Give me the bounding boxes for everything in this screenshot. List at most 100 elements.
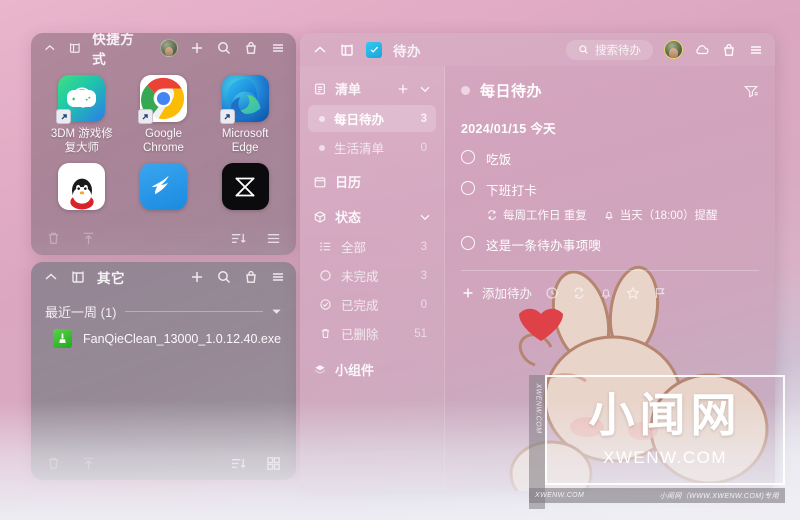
sidebar-item-count: 51 xyxy=(414,327,427,340)
star-icon[interactable] xyxy=(626,286,640,300)
user-avatar[interactable] xyxy=(160,39,178,57)
task-repeat-text: 每周工作日 重复 xyxy=(503,210,587,222)
sidebar-item-count: 3 xyxy=(420,112,427,125)
pin-icon[interactable] xyxy=(68,40,82,56)
sidebar-item-life-list[interactable]: 生活清单 0 xyxy=(308,134,436,161)
add-todo-label: 添加待办 xyxy=(482,287,533,301)
app-item-qq[interactable] xyxy=(41,157,123,210)
shortcuts-panel: 快捷方式 3DM 游戏修 复大师 Google Chrome Microsoft… xyxy=(31,33,296,255)
bag-icon[interactable] xyxy=(721,42,737,58)
divider xyxy=(461,270,759,271)
section-label: 清单 xyxy=(335,82,362,97)
status-dot xyxy=(461,86,470,95)
other-panel: 其它 最近一周 (1) FanQieClean_13000_1.0.12.40.… xyxy=(31,262,296,480)
plus-icon[interactable] xyxy=(396,82,410,96)
sidebar-item-completed[interactable]: 已完成 0 xyxy=(308,291,436,318)
sidebar-item-count: 3 xyxy=(420,269,427,282)
upload-icon[interactable] xyxy=(80,455,97,472)
sort-descending-icon[interactable] xyxy=(230,455,247,472)
add-todo-row[interactable]: 添加待办 xyxy=(461,283,759,302)
calendar-icon xyxy=(313,175,327,189)
search-input[interactable]: 搜索待办 xyxy=(566,39,653,60)
repeat-icon[interactable] xyxy=(572,286,586,300)
app-item-dingtalk[interactable] xyxy=(123,157,205,210)
sort-descending-icon[interactable] xyxy=(230,230,247,247)
task-title: 这是一条待办事项噢 xyxy=(486,239,602,253)
trash-icon[interactable] xyxy=(45,455,62,472)
app-edge-icon xyxy=(219,75,269,124)
sidebar-section-calendar[interactable]: 日历 xyxy=(300,167,444,196)
flag-icon[interactable] xyxy=(653,286,667,300)
search-icon[interactable] xyxy=(216,269,232,285)
user-avatar[interactable] xyxy=(664,40,683,59)
section-label: 状态 xyxy=(335,210,362,225)
chevron-up-icon[interactable] xyxy=(43,40,57,56)
app-chrome-icon xyxy=(137,75,187,124)
app-item-chrome[interactable]: Google Chrome xyxy=(123,69,205,155)
screen: 快捷方式 3DM 游戏修 复大师 Google Chrome Microsoft… xyxy=(0,0,800,520)
circle-icon xyxy=(319,269,332,282)
shortcut-overlay-icon xyxy=(137,109,153,124)
task-row[interactable]: 下班打卡 每周工作日 重复 当天（18:00）提醒 xyxy=(461,180,759,223)
app-item-edge[interactable]: Microsoft Edge xyxy=(204,69,286,155)
sidebar-item-label: 全部 xyxy=(341,241,367,255)
chevron-up-icon[interactable] xyxy=(312,42,328,58)
sidebar-item-daily-todo[interactable]: 每日待办 3 xyxy=(308,105,436,132)
plus-icon[interactable] xyxy=(189,269,205,285)
app-item-3dm[interactable]: 3DM 游戏修 复大师 xyxy=(41,69,123,155)
task-checkbox[interactable] xyxy=(461,236,475,250)
hamburger-menu-icon[interactable] xyxy=(270,40,286,56)
watermark-bottom-bar: XWENW.COM 小闻网（WWW.XWENW.COM)专用 xyxy=(529,488,785,503)
watermark-side-text: XWENW.COM xyxy=(534,383,542,434)
upload-icon[interactable] xyxy=(80,230,97,247)
bag-icon[interactable] xyxy=(243,40,259,56)
sidebar-item-all[interactable]: 全部 3 xyxy=(308,233,436,260)
sidebar-item-deleted[interactable]: 已删除 51 xyxy=(308,320,436,347)
other-title: 其它 xyxy=(97,271,125,286)
task-row[interactable]: 这是一条待办事项噢 xyxy=(461,235,759,254)
task-reminder-badge[interactable]: 当天（18:00）提醒 xyxy=(603,207,717,223)
sidebar-item-label: 已删除 xyxy=(341,328,379,342)
bell-icon[interactable] xyxy=(599,286,613,300)
add-todo-button[interactable]: 添加待办 xyxy=(461,283,532,302)
shortcut-overlay-icon xyxy=(219,109,235,124)
task-repeat-badge[interactable]: 每周工作日 重复 xyxy=(486,207,587,223)
sidebar-item-label: 已完成 xyxy=(341,299,379,313)
sidebar-section-widgets[interactable]: 小组件 xyxy=(300,355,444,384)
plus-icon xyxy=(461,286,475,300)
chevron-down-icon[interactable] xyxy=(271,306,282,317)
filter-icon[interactable] xyxy=(743,83,759,99)
shortcuts-titlebar: 快捷方式 xyxy=(31,33,296,67)
task-checkbox[interactable] xyxy=(461,181,475,195)
chevron-down-icon[interactable] xyxy=(418,82,432,96)
shortcuts-bottombar xyxy=(31,221,296,255)
search-icon[interactable] xyxy=(216,40,232,56)
search-icon xyxy=(578,44,589,55)
sidebar-item-count: 3 xyxy=(420,240,427,253)
file-group-label: 最近一周 (1) xyxy=(45,305,117,320)
hamburger-menu-icon[interactable] xyxy=(748,42,764,58)
app-item-jianying[interactable] xyxy=(204,157,286,210)
sidebar-item-incomplete[interactable]: 未完成 3 xyxy=(308,262,436,289)
plus-icon[interactable] xyxy=(189,40,205,56)
list-view-icon[interactable] xyxy=(265,230,282,247)
check-circle-icon xyxy=(319,298,332,311)
task-checkbox[interactable] xyxy=(461,150,475,164)
chevron-up-icon[interactable] xyxy=(43,269,59,285)
pin-icon[interactable] xyxy=(70,269,86,285)
task-row[interactable]: 吃饭 xyxy=(461,149,759,168)
list-item[interactable]: FanQieClean_13000_1.0.12.40.exe xyxy=(31,321,296,356)
clock-icon[interactable] xyxy=(545,286,559,300)
app-label: Microsoft Edge xyxy=(221,128,269,154)
chevron-down-icon[interactable] xyxy=(418,210,432,224)
bag-icon[interactable] xyxy=(243,269,259,285)
hamburger-menu-icon[interactable] xyxy=(270,269,286,285)
grid-view-icon[interactable] xyxy=(265,455,282,472)
pin-icon[interactable] xyxy=(339,42,355,58)
watermark-bar-left: XWENW.COM xyxy=(535,492,585,499)
cloud-sync-icon[interactable] xyxy=(694,42,710,58)
file-group-header[interactable]: 最近一周 (1) xyxy=(31,302,296,321)
app-dingtalk-icon xyxy=(139,163,187,210)
trash-icon[interactable] xyxy=(45,230,62,247)
trash-icon xyxy=(319,327,332,340)
